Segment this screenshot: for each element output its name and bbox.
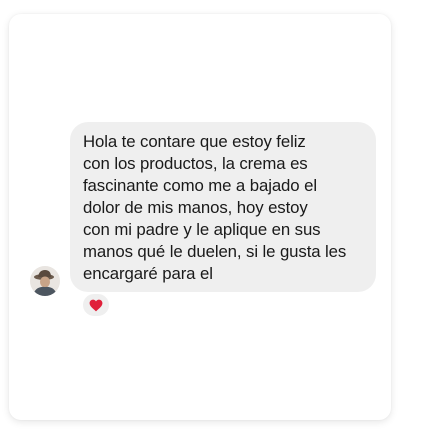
reaction-badge[interactable] [81,292,111,318]
message-text: Hola te contare que estoy feliz con los … [83,132,347,283]
heart-icon [89,299,103,311]
message-bubble[interactable]: Hola te contare que estoy feliz con los … [70,122,376,292]
avatar-image [30,266,60,296]
avatar[interactable] [30,266,60,296]
